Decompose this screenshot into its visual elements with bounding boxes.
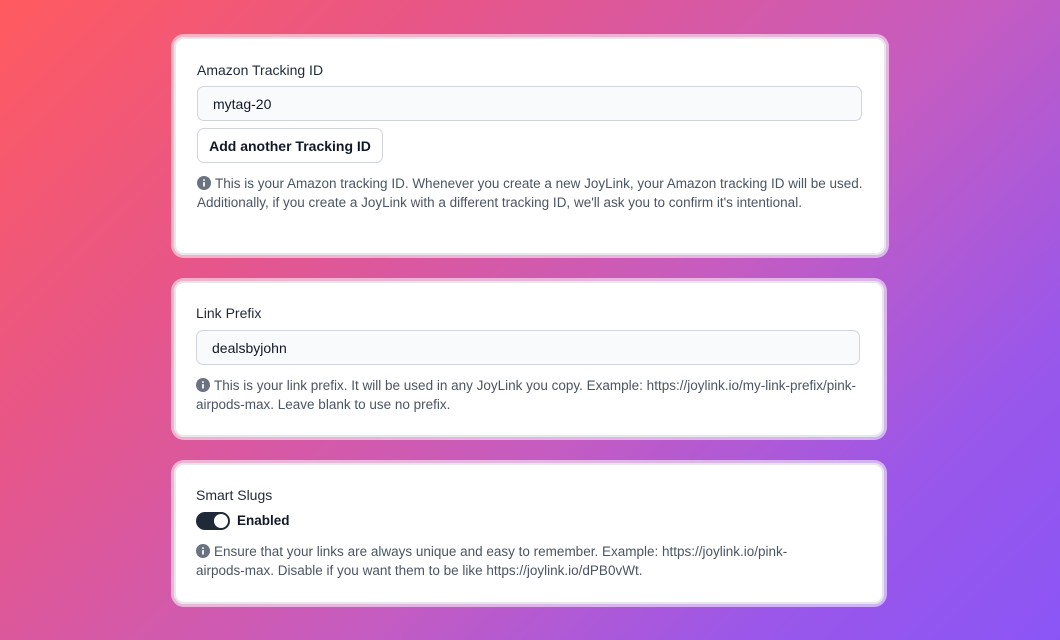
link-prefix-help: This is your link prefix. It will be use… xyxy=(196,376,860,414)
smart-slugs-help-text: Ensure that your links are always unique… xyxy=(196,544,788,578)
link-prefix-label: Link Prefix xyxy=(196,305,262,321)
link-prefix-help-text: This is your link prefix. It will be use… xyxy=(196,378,856,412)
link-prefix-card: Link Prefix dealsbyjohn This is your lin… xyxy=(174,281,884,437)
tracking-id-label: Amazon Tracking ID xyxy=(197,62,324,78)
smart-slugs-card: Smart Slugs Enabled Ensure that your lin… xyxy=(174,463,884,604)
link-prefix-input[interactable]: dealsbyjohn xyxy=(196,330,860,365)
info-circle-icon xyxy=(196,378,210,392)
add-tracking-id-button-label: Add another Tracking ID xyxy=(209,137,371,154)
smart-slugs-label: Smart Slugs xyxy=(196,487,273,503)
info-circle-icon xyxy=(197,176,211,190)
tracking-id-help-text: This is your Amazon tracking ID. Wheneve… xyxy=(197,176,863,210)
tracking-id-help: This is your Amazon tracking ID. Wheneve… xyxy=(197,174,863,212)
smart-slugs-toggle[interactable] xyxy=(196,512,230,530)
smart-slugs-help: Ensure that your links are always unique… xyxy=(196,542,836,580)
tracking-id-card: Amazon Tracking ID mytag-20 Add another … xyxy=(174,37,886,255)
smart-slugs-toggle-label: Enabled xyxy=(237,513,290,528)
info-circle-icon xyxy=(196,544,210,558)
link-prefix-value: dealsbyjohn xyxy=(212,339,287,356)
tracking-id-input[interactable]: mytag-20 xyxy=(197,86,862,121)
tracking-id-value: mytag-20 xyxy=(213,95,272,112)
toggle-knob xyxy=(214,514,228,528)
add-tracking-id-button[interactable]: Add another Tracking ID xyxy=(197,128,383,163)
